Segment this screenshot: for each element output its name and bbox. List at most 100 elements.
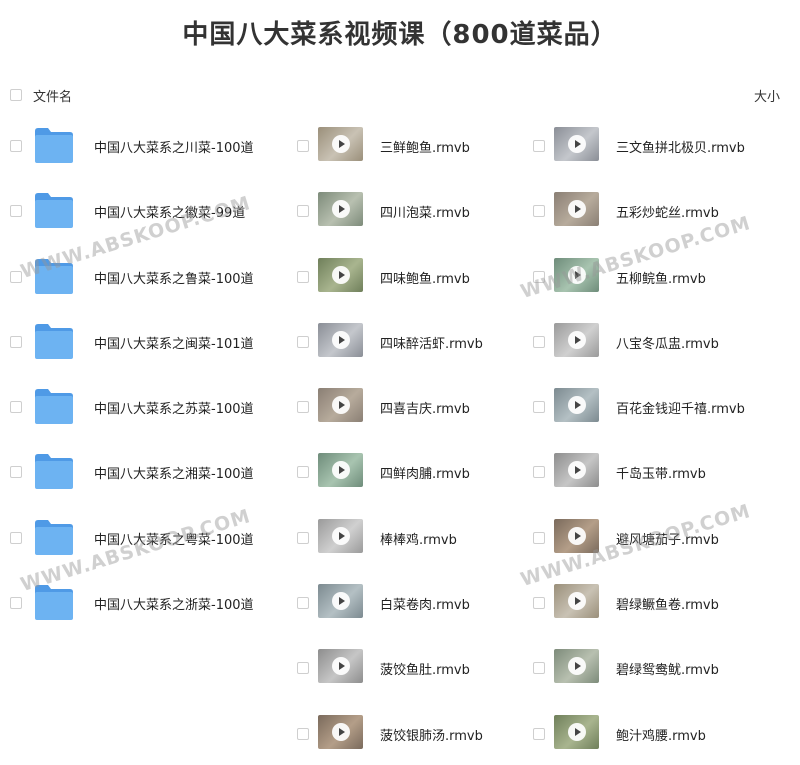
- video-file-name: 白菜卷肉.rmvb: [380, 598, 470, 614]
- video-file-row[interactable]: 棒棒鸡.rmvb: [297, 504, 537, 569]
- video-file-row[interactable]: 白菜卷肉.rmvb: [297, 569, 537, 634]
- play-icon: [331, 592, 350, 611]
- video-file-row[interactable]: 避风塘茄子.rmvb: [533, 504, 773, 569]
- video-thumbnail[interactable]: [318, 714, 363, 749]
- video-thumbnail[interactable]: [318, 388, 363, 423]
- folder-row[interactable]: 中国八大菜系之徽菜-99道: [10, 177, 250, 242]
- row-checkbox[interactable]: [533, 270, 545, 283]
- row-checkbox[interactable]: [297, 662, 309, 675]
- play-icon: [331, 461, 350, 480]
- video-thumbnail[interactable]: [554, 453, 599, 488]
- video-file-name: 菠饺鱼肚.rmvb: [380, 663, 470, 679]
- play-icon: [567, 330, 586, 349]
- video-thumbnail[interactable]: [318, 649, 363, 684]
- video-file-row[interactable]: 菠饺银肺汤.rmvb: [297, 700, 537, 765]
- row-checkbox[interactable]: [297, 205, 309, 218]
- video-thumbnail[interactable]: [554, 322, 599, 357]
- row-checkbox[interactable]: [533, 140, 545, 152]
- video-file-row[interactable]: 千岛玉带.rmvb: [533, 438, 773, 503]
- folder-name: 中国八大菜系之苏菜-100道: [94, 402, 254, 418]
- play-icon: [331, 396, 350, 415]
- video-thumbnail[interactable]: [554, 257, 599, 292]
- folder-name: 中国八大菜系之粤菜-100道: [94, 532, 254, 548]
- video-thumbnail[interactable]: [318, 127, 363, 161]
- video-file-row[interactable]: 碧绿鸳鸯鱿.rmvb: [533, 634, 773, 699]
- video-thumbnail[interactable]: [318, 518, 363, 553]
- video-thumbnail[interactable]: [554, 388, 599, 423]
- video-file-row[interactable]: 八宝冬瓜盅.rmvb: [533, 308, 773, 373]
- video-file-name: 四味鲍鱼.rmvb: [380, 271, 470, 287]
- video-thumbnail[interactable]: [318, 322, 363, 357]
- video-thumbnail[interactable]: [554, 649, 599, 684]
- video-thumbnail[interactable]: [554, 192, 599, 227]
- folder-icon: [34, 518, 74, 556]
- folder-row[interactable]: 中国八大菜系之鲁菜-100道: [10, 243, 254, 308]
- row-checkbox[interactable]: [10, 140, 22, 152]
- video-file-row[interactable]: 四味鲍鱼.rmvb: [297, 243, 537, 308]
- row-checkbox[interactable]: [10, 401, 22, 414]
- video-file-row[interactable]: 四川泡菜.rmvb: [297, 177, 537, 242]
- video-thumbnail[interactable]: [554, 127, 599, 161]
- row-checkbox[interactable]: [10, 270, 22, 283]
- video-file-row[interactable]: 四味醉活虾.rmvb: [297, 308, 537, 373]
- folder-row[interactable]: 中国八大菜系之苏菜-100道: [10, 373, 254, 438]
- folder-row[interactable]: 中国八大菜系之川菜-100道: [10, 112, 254, 177]
- folder-name: 中国八大菜系之徽菜-99道: [94, 206, 246, 222]
- play-icon: [331, 657, 350, 676]
- row-checkbox[interactable]: [533, 401, 545, 414]
- row-checkbox[interactable]: [297, 270, 309, 283]
- row-checkbox[interactable]: [533, 597, 545, 610]
- row-checkbox[interactable]: [297, 140, 309, 152]
- play-icon: [331, 265, 350, 284]
- row-checkbox[interactable]: [533, 662, 545, 675]
- row-checkbox[interactable]: [10, 466, 22, 479]
- row-checkbox[interactable]: [297, 335, 309, 348]
- folder-row[interactable]: 中国八大菜系之浙菜-100道: [10, 569, 254, 634]
- column-header-size[interactable]: 大小: [754, 86, 780, 105]
- row-checkbox[interactable]: [297, 597, 309, 610]
- video-thumbnail[interactable]: [554, 714, 599, 749]
- folder-icon: [34, 583, 74, 621]
- row-checkbox[interactable]: [533, 531, 545, 544]
- video-file-row[interactable]: 三文鱼拼北极贝.rmvb: [533, 112, 773, 177]
- select-all-checkbox[interactable]: [10, 89, 22, 101]
- video-file-row[interactable]: 菠饺鱼肚.rmvb: [297, 634, 537, 699]
- video-file-row[interactable]: 四喜吉庆.rmvb: [297, 373, 537, 438]
- play-icon: [331, 330, 350, 349]
- play-icon: [567, 396, 586, 415]
- video-file-row[interactable]: 五柳鲩鱼.rmvb: [533, 243, 773, 308]
- video-thumbnail[interactable]: [318, 584, 363, 619]
- folder-name: 中国八大菜系之浙菜-100道: [94, 598, 254, 614]
- row-checkbox[interactable]: [297, 466, 309, 479]
- folder-icon: [34, 191, 74, 229]
- video-file-row[interactable]: 五彩炒蛇丝.rmvb: [533, 177, 773, 242]
- row-checkbox[interactable]: [10, 335, 22, 348]
- column-header-filename[interactable]: 文件名: [33, 86, 72, 105]
- row-checkbox[interactable]: [533, 335, 545, 348]
- video-file-row[interactable]: 三鲜鲍鱼.rmvb: [297, 112, 537, 177]
- video-thumbnail[interactable]: [318, 453, 363, 488]
- row-checkbox[interactable]: [297, 401, 309, 414]
- row-checkbox[interactable]: [10, 205, 22, 218]
- video-file-name: 三鲜鲍鱼.rmvb: [380, 141, 470, 156]
- video-file-row[interactable]: 四鲜肉脯.rmvb: [297, 438, 537, 503]
- folder-row[interactable]: 中国八大菜系之闽菜-101道: [10, 308, 254, 373]
- row-checkbox[interactable]: [533, 205, 545, 218]
- folder-row[interactable]: 中国八大菜系之粤菜-100道: [10, 504, 254, 569]
- video-thumbnail[interactable]: [554, 584, 599, 619]
- video-file-row[interactable]: 鲍汁鸡腰.rmvb: [533, 700, 773, 765]
- play-icon: [567, 265, 586, 284]
- row-checkbox[interactable]: [297, 531, 309, 544]
- video-thumbnail[interactable]: [318, 192, 363, 227]
- video-thumbnail[interactable]: [554, 518, 599, 553]
- row-checkbox[interactable]: [297, 727, 309, 740]
- video-file-row[interactable]: 碧绿鳜鱼卷.rmvb: [533, 569, 773, 634]
- video-file-row[interactable]: 百花金钱迎千禧.rmvb: [533, 373, 773, 438]
- row-checkbox[interactable]: [10, 531, 22, 544]
- row-checkbox[interactable]: [533, 466, 545, 479]
- play-icon: [567, 657, 586, 676]
- row-checkbox[interactable]: [533, 727, 545, 740]
- row-checkbox[interactable]: [10, 597, 22, 610]
- folder-row[interactable]: 中国八大菜系之湘菜-100道: [10, 438, 254, 503]
- video-thumbnail[interactable]: [318, 257, 363, 292]
